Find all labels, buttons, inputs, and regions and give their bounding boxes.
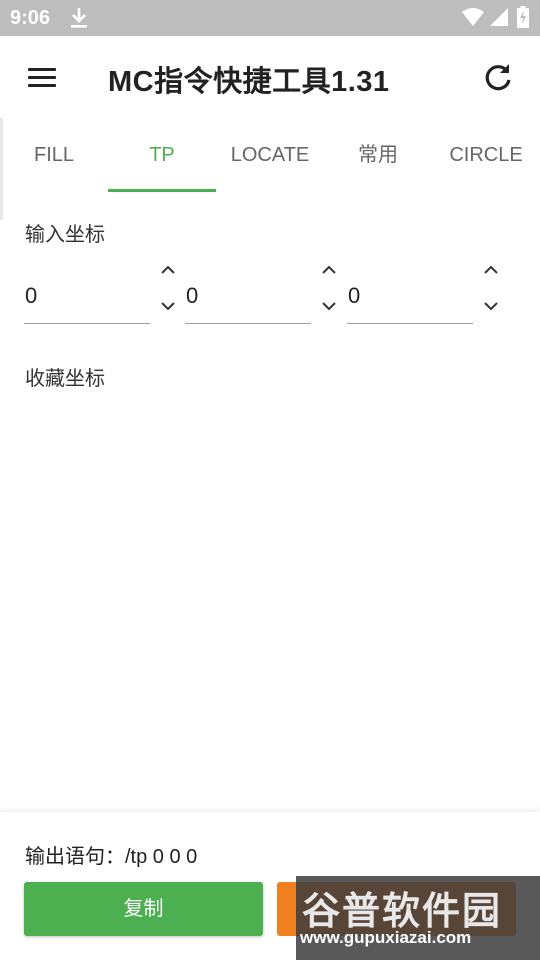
watermark-logo: 谷普软件园 www.gupuxiazai.com [296,876,540,960]
app-bar: MC指令快捷工具1.31 [0,36,540,118]
tab-common[interactable]: 常用 [324,118,432,192]
favorite-coords-label: 收藏坐标 [25,368,105,390]
chevron-down-icon[interactable] [319,300,339,314]
copy-button[interactable]: 复制 [24,882,263,936]
download-icon [71,8,87,28]
coord-y-input[interactable]: 0 [185,268,311,324]
chevron-down-icon[interactable] [158,300,178,314]
app-title: MC指令快捷工具1.31 [108,66,390,98]
tab-circle[interactable]: CIRCLE [432,118,540,192]
tab-tp[interactable]: TP [108,118,216,192]
input-coords-label: 输入坐标 [25,224,105,246]
status-time: 9:06 [10,7,51,29]
coord-x-input[interactable]: 0 [24,268,150,324]
chevron-up-icon[interactable] [481,262,501,276]
coord-z-input[interactable]: 0 [347,268,473,324]
wifi-icon [462,8,484,26]
chevron-up-icon[interactable] [319,262,339,276]
signal-icon [490,8,508,26]
refresh-icon[interactable] [480,60,516,96]
tab-fill[interactable]: FILL [0,118,108,192]
tab-locate[interactable]: LOCATE [216,118,324,192]
battery-icon [517,6,529,28]
chevron-down-icon[interactable] [481,300,501,314]
menu-icon[interactable] [22,62,62,94]
chevron-up-icon[interactable] [158,262,178,276]
watermark-url: www.gupuxiazai.com [300,928,472,947]
tab-bar: FILL TP LOCATE 常用 CIRCLE [0,118,540,192]
output-text: 输出语句：/tp 0 0 0 [25,846,198,868]
watermark-title: 谷普软件园 [302,889,503,933]
status-bar: 9:06 [0,0,540,36]
